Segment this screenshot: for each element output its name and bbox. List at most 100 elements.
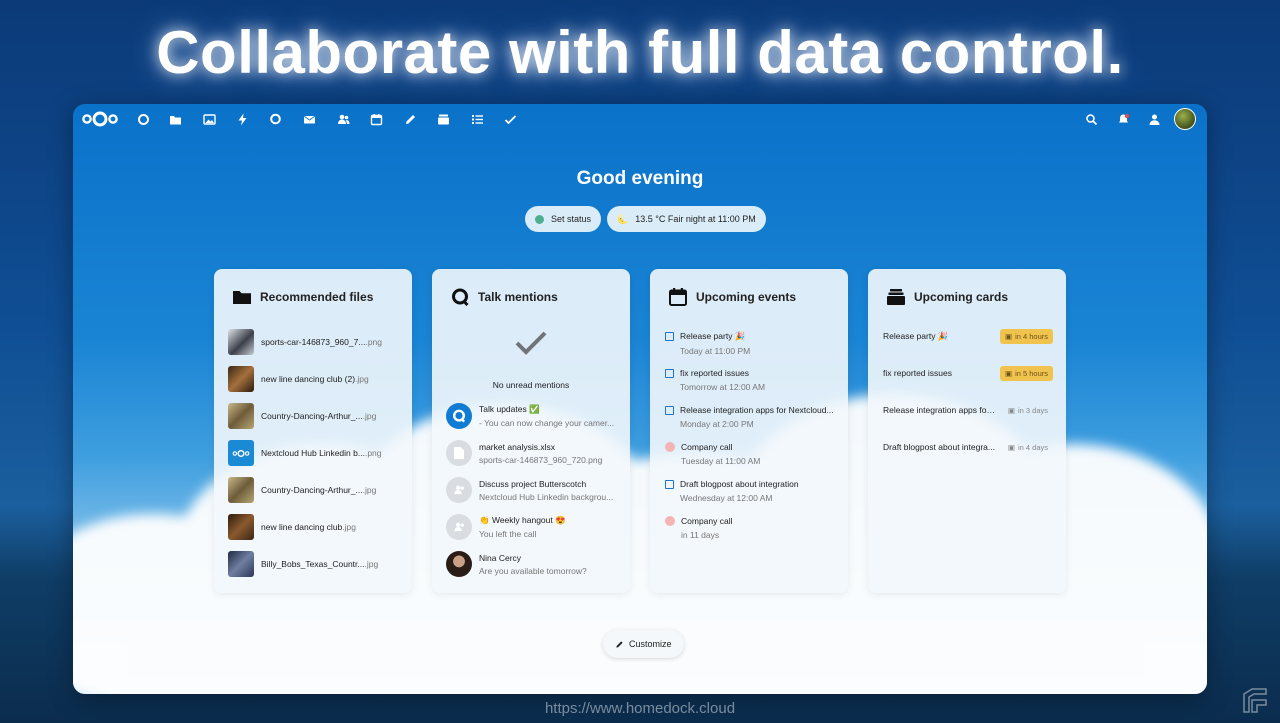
upcoming-cards-widget: Upcoming cards Release party 🎉 ▣ in 4 hou…: [868, 269, 1066, 593]
card-item[interactable]: Draft blogpost about integra... ▣ in 4 da…: [883, 438, 1053, 456]
checkmark-icon: [515, 331, 547, 355]
event-title: Draft blogpost about integration: [680, 479, 799, 489]
due-badge: ▣ in 3 days: [1003, 403, 1053, 418]
event-item[interactable]: Draft blogpost about integration Wednesda…: [665, 479, 840, 503]
event-item[interactable]: Company call Tuesday at 11:00 AM: [665, 442, 840, 466]
task-checkbox[interactable]: [665, 369, 674, 378]
file-name: sports-car-146873_960_7...: [261, 337, 366, 347]
customize-button[interactable]: Customize: [603, 630, 684, 658]
set-status-label: Set status: [551, 214, 592, 224]
contacts-menu-icon[interactable]: [1145, 110, 1163, 128]
weather-status-button[interactable]: 🌜 13.5 °C Fair night at 11:00 PM: [607, 206, 766, 232]
event-item[interactable]: Release party 🎉 Today at 11:00 PM: [665, 331, 840, 356]
files-icon[interactable]: [166, 110, 184, 128]
conversation-title: Talk updates ✅: [479, 404, 540, 414]
conversation-subtitle: Are you available tomorrow?: [479, 565, 587, 576]
deck-icon: [887, 289, 905, 305]
search-icon[interactable]: [1082, 110, 1100, 128]
event-item[interactable]: Company call in 11 days: [665, 516, 840, 540]
file-thumbnail: [228, 477, 254, 503]
file-ext: png: [367, 337, 382, 347]
notifications-icon[interactable]: [1114, 110, 1132, 128]
file-ext: jpg: [364, 485, 377, 495]
task-checkbox[interactable]: [665, 406, 674, 415]
due-badge: ▣ in 4 hours: [999, 328, 1053, 344]
file-thumbnail: [228, 329, 254, 355]
event-title: Release integration apps for Nextcloud..…: [680, 405, 834, 415]
file-item[interactable]: Country-Dancing-Arthur_....jpg: [228, 403, 403, 429]
group-conversation-icon: [446, 514, 472, 540]
file-item[interactable]: Billy_Bobs_Texas_Countr....jpg: [228, 551, 403, 577]
file-item[interactable]: Country-Dancing-Arthur_....jpg: [228, 477, 403, 503]
deck-icon[interactable]: [434, 110, 452, 128]
task-checkbox[interactable]: [665, 332, 674, 341]
event-time: Tuesday at 11:00 AM: [681, 456, 761, 466]
headline: Collaborate with full data control.: [156, 19, 1124, 86]
contacts-icon[interactable]: [334, 110, 352, 128]
card-item[interactable]: Release integration apps for... ▣ in 3 da…: [883, 401, 1053, 419]
calendar-icon: ▣: [1004, 331, 1013, 341]
file-ext: jpg: [364, 411, 377, 421]
tasks-list-icon[interactable]: [468, 110, 486, 128]
conversation-title: 👏 Weekly hangout 😍: [479, 515, 566, 525]
calendar-icon: [669, 288, 687, 306]
file-name: Country-Dancing-Arthur_...: [261, 485, 363, 495]
event-color-dot: [665, 516, 675, 526]
conversation-title: Nina Cercy: [479, 552, 522, 563]
activity-icon[interactable]: [233, 110, 251, 128]
recommended-files-title: Recommended files: [260, 290, 374, 304]
file-item[interactable]: new line dancing club (2).jpg: [228, 366, 403, 392]
event-title: Company call: [681, 516, 733, 526]
talk-conversation[interactable]: Discuss project Butterscotch Nextcloud H…: [446, 475, 621, 505]
due-badge: ▣ in 4 days: [1003, 440, 1053, 455]
photos-icon[interactable]: [200, 110, 218, 128]
calendar-icon[interactable]: [367, 110, 385, 128]
calendar-icon: ▣: [1007, 442, 1015, 452]
checkmark-icon[interactable]: [501, 110, 519, 128]
calendar-icon: ▣: [1007, 405, 1015, 415]
talk-icon[interactable]: [266, 110, 284, 128]
file-name: new line dancing club (2): [261, 374, 356, 384]
conversation-subtitle: sports-car-146873_960_720.png: [479, 454, 603, 465]
notes-icon[interactable]: [401, 110, 419, 128]
talk-conversation[interactable]: market analysis.xlsx sports-car-146873_9…: [446, 438, 621, 468]
card-item[interactable]: Release party 🎉 ▣ in 4 hours: [883, 327, 1053, 345]
card-title: Release party 🎉: [883, 330, 949, 341]
due-label: in 4 hours: [1015, 331, 1048, 341]
upcoming-events-widget: Upcoming events Release party 🎉 Today at …: [650, 269, 848, 593]
talk-conversation[interactable]: 👏 Weekly hangout 😍 You left the call: [446, 512, 621, 542]
conversation-subtitle: - You can now change your camer...: [479, 418, 615, 428]
task-checkbox[interactable]: [665, 480, 674, 489]
file-ext: jpg: [344, 522, 356, 532]
event-title: Release party 🎉: [680, 331, 746, 341]
event-time: in 11 days: [681, 530, 720, 540]
file-ext: jpg: [366, 559, 379, 569]
card-item[interactable]: fix reported issues ▣ in 5 hours: [883, 364, 1053, 382]
mail-icon[interactable]: [300, 110, 318, 128]
event-item[interactable]: fix reported issues Tomorrow at 12:00 AM: [665, 368, 840, 392]
file-item[interactable]: new line dancing club.jpg: [228, 514, 403, 540]
file-item[interactable]: sports-car-146873_960_7....png: [228, 329, 403, 355]
file-item[interactable]: Nextcloud Hub Linkedin b....png: [228, 440, 403, 466]
conversation-subtitle: Nextcloud Hub Linkedin backgrou...: [479, 491, 614, 502]
user-avatar[interactable]: [1174, 108, 1196, 130]
customize-label: Customize: [629, 639, 672, 649]
file-name: Country-Dancing-Arthur_...: [261, 411, 363, 421]
file-thumbnail: [228, 551, 254, 577]
talk-conversation[interactable]: Talk updates ✅ - You can now change your…: [446, 401, 621, 431]
online-status-dot: [535, 214, 544, 224]
dashboard-icon[interactable]: [134, 110, 152, 128]
talk-mentions-header: Talk mentions: [450, 287, 558, 307]
set-status-button[interactable]: Set status: [525, 206, 602, 232]
event-item[interactable]: Release integration apps for Nextcloud..…: [665, 405, 840, 429]
talk-conversation[interactable]: Nina Cercy Are you available tomorrow?: [446, 549, 621, 579]
upcoming-cards-title: Upcoming cards: [914, 290, 1009, 304]
file-thumbnail: [228, 440, 254, 466]
homedock-logo-icon: [1243, 688, 1267, 713]
calendar-icon: ▣: [1004, 368, 1013, 378]
nextcloud-window: Good evening Set status 🌜 13.5 °C Fair n…: [73, 104, 1207, 694]
conversation-subtitle: You left the call: [479, 529, 537, 539]
nextcloud-logo-icon[interactable]: [81, 110, 119, 128]
talk-avatar-icon: [446, 403, 472, 429]
due-label: in 5 hours: [1015, 368, 1048, 378]
